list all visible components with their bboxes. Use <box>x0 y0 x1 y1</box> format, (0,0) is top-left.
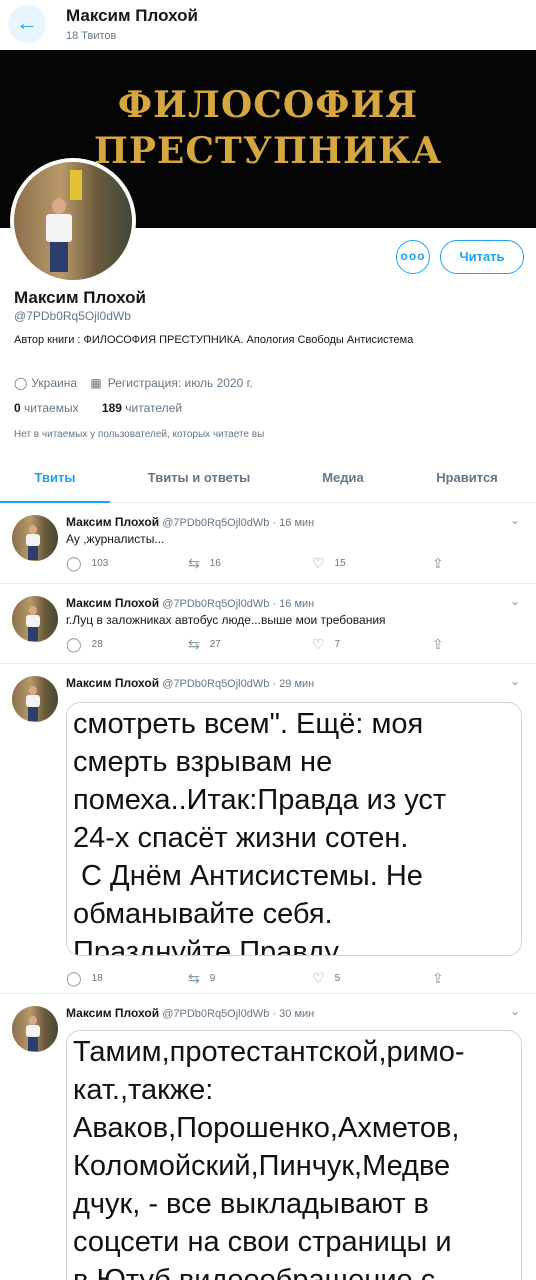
reply-count: 18 <box>91 973 103 985</box>
tweet-avatar[interactable] <box>12 676 58 722</box>
following-link[interactable]: 0 читаемых <box>14 401 79 415</box>
tweet-image-text: смотреть всем". Ещё: моя смерть взрывам … <box>73 708 447 956</box>
tweet-header: Максим Плохой @7PDb0Rq5Ojl0dWb · 30 мин <box>66 1006 314 1020</box>
tweet-image[interactable]: смотреть всем". Ещё: моя смерть взрывам … <box>66 702 522 956</box>
profile-tabs: Твиты Твиты и ответы Медиа Нравится <box>0 455 536 503</box>
reply-icon: ◯ <box>66 555 82 571</box>
chevron-down-icon[interactable]: ⌄ <box>510 513 520 527</box>
tweet-count: 18 Твитов <box>66 30 117 42</box>
tweet-avatar[interactable] <box>12 1006 58 1052</box>
tweet-handle[interactable]: @7PDb0Rq5Ojl0dWb <box>162 598 269 610</box>
profile-name: Максим Плохой <box>14 288 146 307</box>
tweet-author[interactable]: Максим Плохой <box>66 1006 159 1020</box>
tweet-time[interactable]: · 29 мин <box>272 678 314 690</box>
tweet[interactable]: Максим Плохой @7PDb0Rq5Ojl0dWb · 16 мин … <box>0 503 536 584</box>
tab-likes[interactable]: Нравится <box>398 455 536 503</box>
reply-icon: ◯ <box>66 636 82 652</box>
banner-title-line1: ФИЛОСОФИЯ <box>117 84 419 126</box>
calendar-icon: ▦ <box>90 376 102 390</box>
chevron-down-icon[interactable]: ⌄ <box>510 594 520 608</box>
reply-button[interactable]: ◯ 28 <box>66 636 103 653</box>
profile-stats: 0 читаемых 189 читателей <box>14 401 182 415</box>
tab-tweets-replies[interactable]: Твиты и ответы <box>110 455 288 503</box>
tab-tweets[interactable]: Твиты <box>0 455 110 503</box>
retweet-icon: ⇆ <box>188 970 200 986</box>
tweet-header: Максим Плохой @7PDb0Rq5Ojl0dWb · 16 мин <box>66 515 314 529</box>
tweet-author[interactable]: Максим Плохой <box>66 596 159 610</box>
retweet-button[interactable]: ⇆ 27 <box>188 636 221 653</box>
tweet-time[interactable]: · 16 мин <box>272 517 314 529</box>
profile-avatar[interactable] <box>10 158 136 284</box>
following-count: 0 <box>14 401 21 415</box>
heart-icon: ♡ <box>312 555 325 571</box>
like-button[interactable]: ♡ 15 <box>312 555 346 572</box>
retweet-button[interactable]: ⇆ 16 <box>188 555 221 572</box>
profile-handle: @7PDb0Rq5Ojl0dWb <box>14 309 131 323</box>
tweet-author[interactable]: Максим Плохой <box>66 676 159 690</box>
profile-location: Украина <box>31 376 78 390</box>
tweet-avatar[interactable] <box>12 596 58 642</box>
tweet-header: Максим Плохой @7PDb0Rq5Ojl0dWb · 16 мин <box>66 596 314 610</box>
heart-icon: ♡ <box>312 636 325 652</box>
share-button[interactable]: ⇪ <box>432 970 454 987</box>
share-button[interactable]: ⇪ <box>432 555 454 572</box>
tweet[interactable]: Максим Плохой @7PDb0Rq5Ojl0dWb · 30 мин … <box>0 994 536 1280</box>
like-count: 7 <box>334 639 341 651</box>
tweet-actions: ◯ 103 ⇆ 16 ♡ 15 ⇪ <box>66 555 466 575</box>
tweet-time[interactable]: · 30 мин <box>272 1008 314 1020</box>
tweet-header: Максим Плохой @7PDb0Rq5Ojl0dWb · 29 мин <box>66 676 314 690</box>
retweet-count: 9 <box>209 973 216 985</box>
heart-icon: ♡ <box>312 970 325 986</box>
tweet-image[interactable]: Тамим,протестантской,римо- кат.,также: А… <box>66 1030 522 1280</box>
like-count: 15 <box>334 558 346 570</box>
profile-joined: Регистрация: июль 2020 г. <box>107 376 253 390</box>
profile-bio: Автор книги : ФИЛОСОФИЯ ПРЕСТУПНИКА. Апо… <box>14 334 414 346</box>
chevron-down-icon[interactable]: ⌄ <box>510 1004 520 1018</box>
tweet-actions: ◯ 18 ⇆ 9 ♡ 5 ⇪ <box>66 970 466 990</box>
followers-label: читателей <box>125 401 183 415</box>
retweet-icon: ⇆ <box>188 636 200 652</box>
follow-button[interactable]: Читать <box>440 240 524 274</box>
followers-count: 189 <box>101 401 122 415</box>
tweet-image-text: Тамим,протестантской,римо- кат.,также: А… <box>73 1036 465 1280</box>
reply-button[interactable]: ◯ 18 <box>66 970 103 987</box>
like-button[interactable]: ♡ 7 <box>312 636 340 653</box>
tweet-handle[interactable]: @7PDb0Rq5Ojl0dWb <box>162 517 269 529</box>
share-icon: ⇪ <box>432 970 444 986</box>
followers-link[interactable]: 189 читателей <box>102 401 182 415</box>
share-icon: ⇪ <box>432 636 444 652</box>
tweet-handle[interactable]: @7PDb0Rq5Ojl0dWb <box>162 1008 269 1020</box>
tab-media[interactable]: Медиа <box>288 455 398 503</box>
reply-count: 28 <box>91 639 103 651</box>
followed-by-note: Нет в читаемых у пользователей, которых … <box>14 429 265 440</box>
tweet-handle[interactable]: @7PDb0Rq5Ojl0dWb <box>162 678 269 690</box>
tweet-author[interactable]: Максим Плохой <box>66 515 159 529</box>
share-icon: ⇪ <box>432 555 444 571</box>
reply-button[interactable]: ◯ 103 <box>66 555 108 572</box>
retweet-count: 16 <box>209 558 221 570</box>
tweet[interactable]: Максим Плохой @7PDb0Rq5Ojl0dWb · 16 мин … <box>0 584 536 664</box>
tweet-time[interactable]: · 16 мин <box>272 598 314 610</box>
tweet-text: г.Луц в заложниках автобус люде...выше м… <box>66 613 386 627</box>
arrow-left-icon[interactable]: ← <box>8 5 46 43</box>
retweet-button[interactable]: ⇆ 9 <box>188 970 215 987</box>
retweet-icon: ⇆ <box>188 555 200 571</box>
reply-icon: ◯ <box>66 970 82 986</box>
retweet-count: 27 <box>209 639 221 651</box>
reply-count: 103 <box>91 558 109 570</box>
tweet-avatar[interactable] <box>12 515 58 561</box>
location-pin-icon: ◯ <box>14 376 28 390</box>
like-button[interactable]: ♡ 5 <box>312 970 340 987</box>
tweet-actions: ◯ 28 ⇆ 27 ♡ 7 ⇪ <box>66 636 466 656</box>
profile-meta: ◯ Украина ▦ Регистрация: июль 2020 г. <box>14 376 253 390</box>
like-count: 5 <box>334 973 341 985</box>
share-button[interactable]: ⇪ <box>432 636 454 653</box>
tweet[interactable]: Максим Плохой @7PDb0Rq5Ojl0dWb · 29 мин … <box>0 664 536 994</box>
header-title: Максим Плохой <box>66 6 198 25</box>
top-bar: ← Максим Плохой 18 Твитов <box>0 0 536 50</box>
tweet-text: Ау ,журналисты... <box>66 532 165 546</box>
chevron-down-icon[interactable]: ⌄ <box>510 674 520 688</box>
more-options-button[interactable]: ооо <box>396 240 430 274</box>
following-label: читаемых <box>24 401 79 415</box>
